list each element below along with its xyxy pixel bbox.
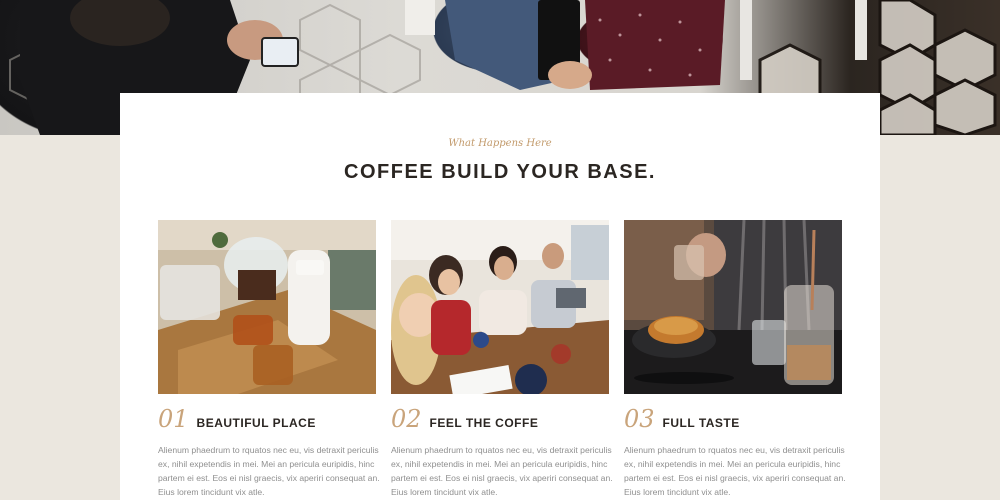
feature-number: 03 [624,405,655,433]
feature-description: Alienum phaedrum to rquatos nec eu, vis … [624,445,846,497]
feature-card-2: 02 FEEL THE COFFE Alienum phaedrum to rq… [391,220,613,499]
feature-card-3: 03 FULL TASTE Alienum phaedrum to rquato… [624,220,846,499]
feature-card-1: 01 BEAUTIFUL PLACE Alienum phaedrum to r… [158,220,380,499]
feature-title: FEEL THE COFFE [429,416,539,430]
feature-description: Alienum phaedrum to rquatos nec eu, vis … [391,445,613,497]
feature-number: 01 [158,405,189,433]
feature-title: FULL TASTE [662,416,740,430]
section-title: COFFEE BUILD YOUR BASE. [344,161,656,183]
feature-description: Alienum phaedrum to rquatos nec eu, vis … [158,445,380,497]
feature-number: 02 [391,405,422,433]
feature-title: BEAUTIFUL PLACE [196,416,316,430]
coffee-brewing-photo [158,220,376,394]
section-eyebrow: What Happens Here [448,138,552,149]
croissant-coffee-photo [624,220,842,394]
friends-at-cafe-photo [391,220,609,394]
